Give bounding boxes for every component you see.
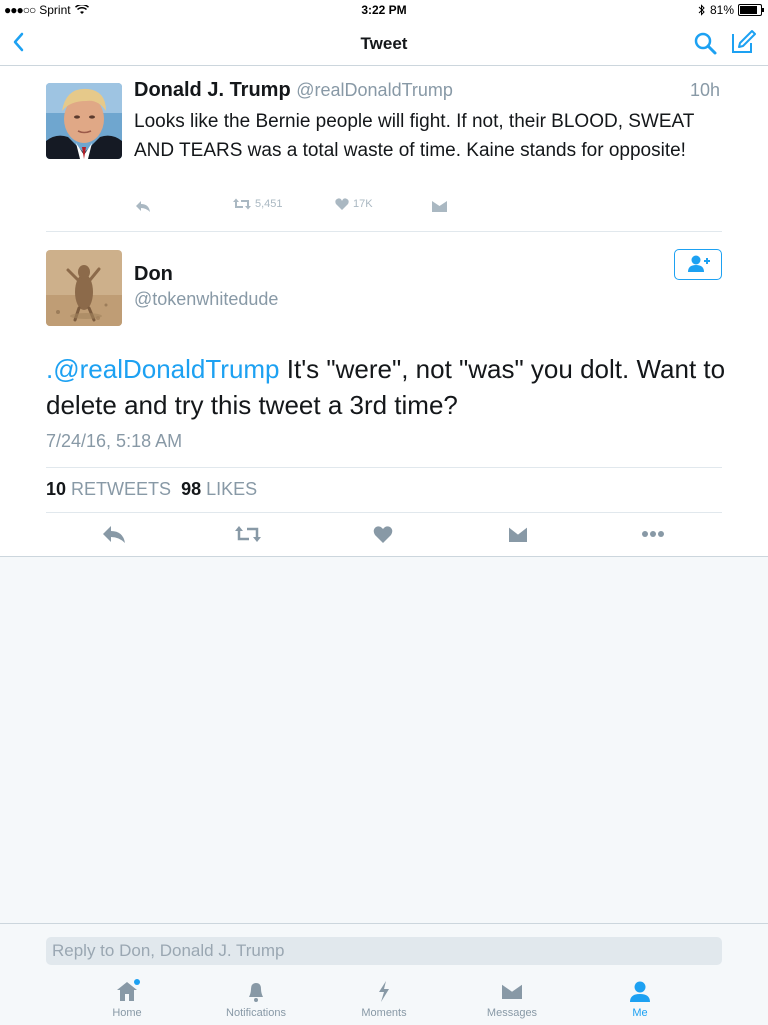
tab-me-label: Me [632, 1007, 648, 1019]
quoted-retweet-action[interactable]: 5,451 [233, 198, 283, 210]
status-time: 3:22 PM [361, 3, 407, 17]
home-icon [117, 979, 140, 1001]
more-options-icon[interactable] [638, 521, 668, 547]
compose-icon[interactable] [730, 29, 756, 55]
tab-messages-label: Messages [486, 1007, 538, 1019]
reply-box [46, 937, 722, 965]
envelope-icon [501, 983, 523, 999]
page-title: Tweet [360, 34, 408, 53]
quoted-heart-icon [335, 198, 349, 210]
retweet-icon[interactable] [233, 521, 263, 547]
mention-link[interactable]: .@realDonaldTrump [46, 354, 280, 384]
nav-bar: Tweet [0, 22, 768, 66]
battery-percent: 81% [709, 3, 734, 17]
tab-me[interactable]: Me [580, 979, 700, 1019]
quoted-author[interactable]: Donald J. Trump @realDonaldTrump [134, 79, 453, 102]
bell-icon [249, 983, 263, 1002]
search-icon[interactable] [692, 30, 718, 56]
reply-icon[interactable] [99, 521, 129, 547]
divider [46, 467, 722, 468]
tweet-detail-card: Donald J. Trump @realDonaldTrump 10h Loo… [0, 66, 768, 557]
tab-notifications[interactable]: Notifications [196, 979, 316, 1019]
quoted-author-handle[interactable]: @realDonaldTrump [296, 80, 453, 100]
reply-input[interactable] [46, 937, 722, 965]
retweets-stat[interactable]: 10 RETWEETS [46, 479, 171, 499]
status-right: 81% [698, 3, 764, 17]
quoted-tweet-text: Looks like the Bernie people will fight.… [134, 111, 695, 161]
quoted-retweet-icon [233, 198, 251, 210]
person-icon [630, 981, 650, 1002]
status-bar: ●●●○○ Sprint 3:22 PM 81% [0, 0, 768, 22]
like-count: 98 [181, 479, 202, 499]
tab-moments-label: Moments [361, 1007, 407, 1019]
bottom-bar: Home Notifications Moments Messages Me [0, 923, 768, 1025]
tab-moments[interactable]: Moments [324, 979, 444, 1019]
don-avatar[interactable] [46, 250, 122, 326]
quoted-retweet-count: 5,451 [255, 198, 283, 210]
tab-home[interactable]: Home [67, 979, 187, 1019]
quoted-timestamp: 10h [690, 80, 721, 100]
engagement-stats: 10 RETWEETS 98 LIKES [46, 479, 257, 500]
tweet-date: 7/24/16, 5:18 AM [46, 431, 183, 451]
retweet-label: RETWEETS [71, 479, 172, 499]
direct-message-icon[interactable] [503, 521, 533, 547]
quoted-dm-icon[interactable] [432, 201, 447, 212]
likes-stat[interactable]: 98 LIKES [181, 479, 257, 499]
battery-icon [738, 4, 764, 16]
quoted-reply-icon[interactable] [135, 200, 151, 213]
tweet-text: .@realDonaldTrump It's "were", not "was"… [46, 351, 726, 423]
tweet-author-name[interactable]: Don [134, 263, 173, 286]
bluetooth-icon [698, 4, 705, 16]
divider [46, 231, 722, 232]
tab-home-label: Home [112, 1007, 142, 1019]
quoted-like-action[interactable]: 17K [335, 198, 373, 210]
divider [46, 512, 722, 513]
follow-button[interactable] [674, 249, 722, 280]
like-heart-icon[interactable] [368, 521, 398, 547]
lightning-icon [379, 981, 389, 1002]
tab-messages[interactable]: Messages [452, 979, 572, 1019]
quoted-author-name[interactable]: Donald J. Trump [134, 79, 291, 101]
like-label: LIKES [206, 479, 258, 499]
tweet-author-handle[interactable]: @tokenwhitedude [134, 289, 278, 310]
add-user-icon [688, 255, 710, 272]
quoted-like-count: 17K [353, 198, 373, 210]
trump-avatar[interactable] [46, 83, 122, 159]
retweet-count: 10 [46, 479, 67, 499]
tab-notifications-label: Notifications [226, 1007, 286, 1019]
